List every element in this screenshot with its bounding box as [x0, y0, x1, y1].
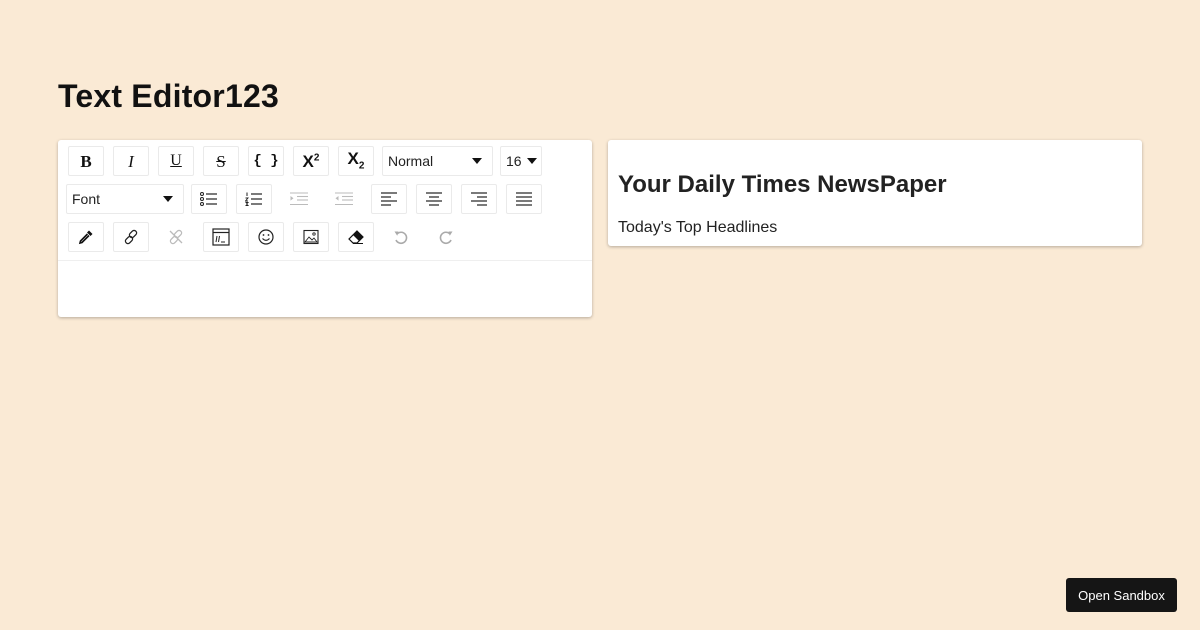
superscript-icon-base: X [302, 151, 314, 171]
preview-heading: Your Daily Times NewsPaper [618, 171, 947, 198]
subscript-button[interactable]: X2 [338, 146, 374, 176]
undo-icon [394, 231, 408, 245]
chevron-down-icon [163, 196, 173, 202]
code-icon: { } [253, 153, 279, 169]
redo-icon [439, 231, 453, 245]
font-family-dropdown[interactable]: Font [66, 184, 184, 214]
unlink-icon [169, 229, 183, 245]
underline-button[interactable]: U [158, 146, 194, 176]
subscript-icon-mark: 2 [358, 160, 365, 172]
chevron-down-icon [527, 158, 537, 164]
align-justify-button[interactable] [506, 184, 542, 214]
preview-paragraph: Today's Top Headlines [618, 219, 778, 236]
rich-text-editor: B I U S { } X2 X2 Normal 16 Font [58, 140, 592, 317]
italic-button[interactable]: I [113, 146, 149, 176]
editor-content-area[interactable] [58, 261, 592, 317]
strikethrough-button[interactable]: S [203, 146, 239, 176]
unlink-button[interactable] [158, 222, 194, 252]
page-title: Text Editor123 [58, 78, 279, 114]
link-button[interactable] [113, 222, 149, 252]
outdent-icon [335, 192, 353, 206]
chevron-down-icon [472, 158, 482, 164]
eyedropper-icon [78, 230, 93, 245]
eraser-icon [348, 230, 364, 244]
font-size-value: 16 [506, 153, 522, 169]
align-left-icon [381, 192, 397, 206]
preview-panel: Your Daily Times NewsPaper Today's Top H… [608, 140, 1142, 246]
code-button[interactable]: { } [248, 146, 284, 176]
color-picker-button[interactable] [68, 222, 104, 252]
unordered-list-icon [200, 192, 217, 206]
superscript-button[interactable]: X2 [293, 146, 329, 176]
align-right-icon [471, 192, 487, 206]
align-center-button[interactable] [416, 184, 452, 214]
ordered-list-icon [245, 192, 262, 206]
block-type-value: Normal [388, 153, 434, 169]
open-sandbox-button[interactable]: Open Sandbox [1066, 578, 1177, 612]
link-icon [124, 229, 138, 245]
align-center-icon [426, 192, 442, 206]
unordered-list-button[interactable] [191, 184, 227, 214]
block-type-dropdown[interactable]: Normal [382, 146, 493, 176]
remove-format-button[interactable] [338, 222, 374, 252]
font-family-value: Font [72, 191, 101, 207]
embed-button[interactable] [203, 222, 239, 252]
subscript-icon: X2 [348, 150, 365, 171]
embed-icon [212, 228, 230, 246]
indent-button[interactable] [281, 184, 317, 214]
align-right-button[interactable] [461, 184, 497, 214]
image-icon [303, 229, 319, 245]
align-justify-icon [516, 192, 532, 206]
subscript-icon-base: X [347, 149, 359, 169]
editor-toolbar: B I U S { } X2 X2 Normal 16 Font [58, 140, 592, 260]
bold-button[interactable]: B [68, 146, 104, 176]
font-size-dropdown[interactable]: 16 [500, 146, 542, 176]
outdent-button[interactable] [326, 184, 362, 214]
italic-icon: I [128, 151, 134, 171]
superscript-icon: X2 [302, 151, 320, 171]
align-left-button[interactable] [371, 184, 407, 214]
image-button[interactable] [293, 222, 329, 252]
undo-button[interactable] [383, 222, 419, 252]
indent-icon [290, 192, 308, 206]
bold-icon: B [80, 151, 92, 171]
emoji-icon [258, 229, 274, 245]
superscript-icon-mark: 2 [313, 151, 320, 163]
redo-button[interactable] [428, 222, 464, 252]
emoji-button[interactable] [248, 222, 284, 252]
ordered-list-button[interactable] [236, 184, 272, 214]
underline-icon: U [170, 152, 182, 169]
strikethrough-icon: S [216, 151, 226, 171]
